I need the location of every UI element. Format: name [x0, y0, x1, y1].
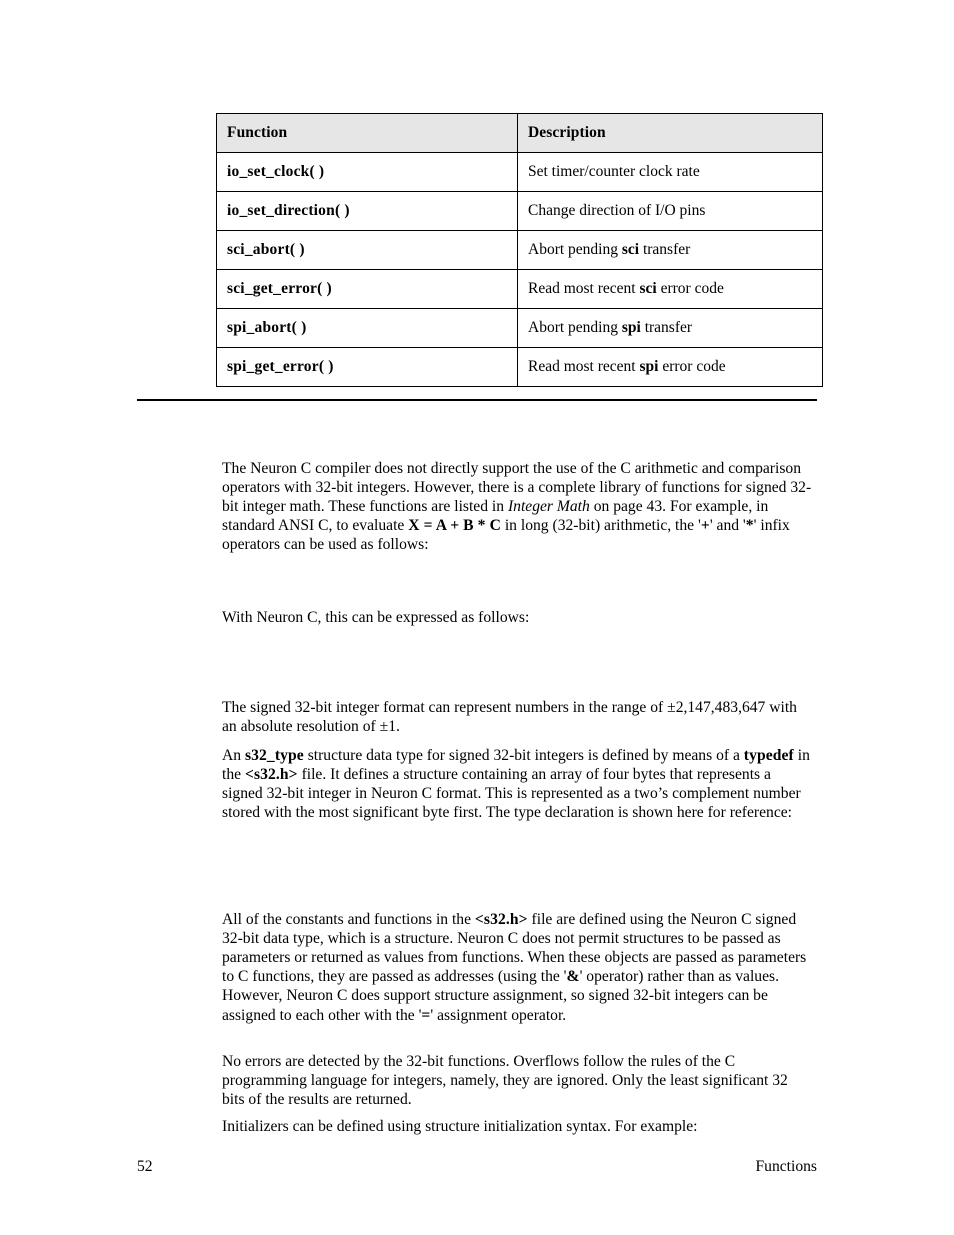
desc-bold: sci [621, 240, 640, 258]
table-row: io_set_direction( ) Change direction of … [216, 191, 823, 231]
section-divider-rule [137, 399, 817, 401]
bold-ampersand-operator: & [566, 968, 580, 986]
bold-formula: X = A + B * C [408, 517, 501, 535]
text-segment: The signed 32-bit integer format can rep… [222, 698, 797, 735]
italic-cross-reference: Integer Math [507, 498, 590, 515]
text-segment: ' and ' [709, 517, 746, 535]
footer-page-number: 52 [137, 1158, 153, 1175]
text-segment: in long (32-bit) arithmetic, the ' [500, 517, 701, 535]
cell-function-description: Abort pending sci transfer [517, 230, 823, 270]
desc-post: transfer [640, 318, 693, 336]
desc-post: transfer [639, 240, 691, 258]
column-header-description: Description [517, 113, 823, 153]
cell-function-description: Set timer/counter clock rate [517, 152, 823, 192]
paragraph-integer-range: The signed 32-bit integer format can rep… [222, 698, 814, 736]
cell-function-name: spi_get_error( ) [216, 347, 518, 387]
bold-star-operator: * [745, 517, 754, 535]
cell-function-description: Read most recent spi error code [517, 347, 823, 387]
desc-pre: Abort pending [528, 240, 622, 258]
cell-function-description: Change direction of I/O pins [517, 191, 823, 231]
text-segment: file. It defines a structure containing … [222, 765, 801, 822]
paragraph-neuron-c-expression: With Neuron C, this can be expressed as … [222, 608, 814, 627]
document-page: Function Description io_set_clock( ) Set… [0, 0, 954, 1235]
paragraph-s32-type: An s32_type structure data type for sign… [222, 746, 814, 823]
bold-s32-header: <s32.h> [474, 910, 528, 928]
page-footer: 52 Functions [137, 1158, 817, 1176]
text-segment: With Neuron C, this can be expressed as … [222, 608, 530, 626]
table-row: spi_get_error( ) Read most recent spi er… [216, 347, 823, 387]
cell-function-description: Read most recent sci error code [517, 269, 823, 309]
table-row: io_set_clock( ) Set timer/counter clock … [216, 152, 823, 192]
cell-function-name: sci_abort( ) [216, 230, 518, 270]
cell-function-name: io_set_direction( ) [216, 191, 518, 231]
paragraph-arithmetic-intro: The Neuron C compiler does not directly … [222, 459, 814, 555]
text-segment: ' assignment operator. [430, 1006, 567, 1024]
table-row: spi_abort( ) Abort pending spi transfer [216, 308, 823, 348]
functions-table: Function Description io_set_clock( ) Set… [216, 113, 823, 387]
desc-bold: spi [621, 318, 641, 336]
bold-s32-header: <s32.h> [244, 765, 298, 783]
text-segment: An [222, 746, 245, 764]
text-segment: Initializers can be defined using struct… [222, 1117, 698, 1135]
cell-function-name: spi_abort( ) [216, 308, 518, 348]
cell-function-description: Abort pending spi transfer [517, 308, 823, 348]
text-segment: structure data type for signed 32-bit in… [303, 746, 744, 764]
desc-bold: sci [639, 279, 657, 297]
paragraph-constants-functions: All of the constants and functions in th… [222, 910, 814, 1025]
text-segment: No errors are detected by the 32-bit fun… [222, 1052, 788, 1108]
bold-s32-type: s32_type [244, 746, 304, 764]
desc-pre: Set timer/counter clock rate [528, 162, 700, 180]
desc-pre: Read most recent [528, 357, 640, 375]
desc-pre: Read most recent [528, 279, 640, 297]
table-row: sci_abort( ) Abort pending sci transfer [216, 230, 823, 270]
bold-typedef: typedef [743, 746, 794, 764]
table-header-row: Function Description [216, 113, 823, 153]
column-header-function: Function [216, 113, 518, 153]
desc-post: error code [656, 279, 724, 297]
bold-plus-operator: + [700, 517, 710, 535]
desc-pre: Change direction of I/O pins [528, 201, 706, 219]
cell-function-name: sci_get_error( ) [216, 269, 518, 309]
desc-bold: spi [639, 357, 659, 375]
desc-pre: Abort pending [528, 318, 622, 336]
desc-post: error code [658, 357, 726, 375]
footer-chapter-name: Functions [755, 1158, 817, 1175]
paragraph-no-errors: No errors are detected by the 32-bit fun… [222, 1052, 814, 1110]
paragraph-initializers: Initializers can be defined using struct… [222, 1117, 814, 1136]
text-segment: All of the constants and functions in th… [222, 910, 475, 928]
table-row: sci_get_error( ) Read most recent sci er… [216, 269, 823, 309]
cell-function-name: io_set_clock( ) [216, 152, 518, 192]
